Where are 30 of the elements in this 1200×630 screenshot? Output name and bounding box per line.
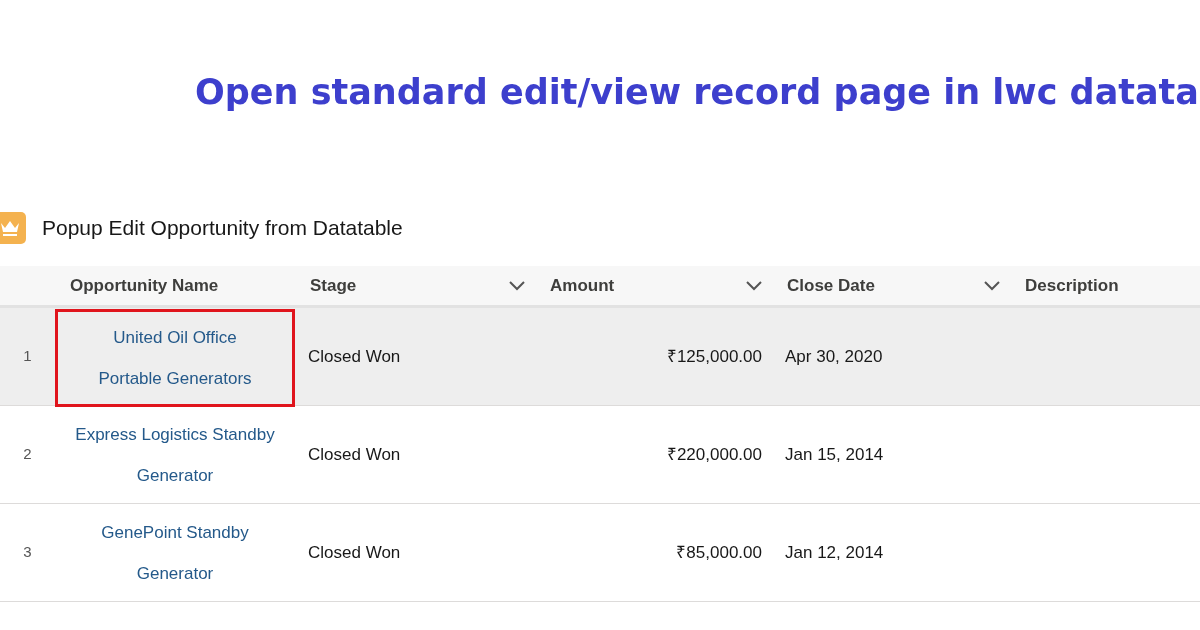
opportunity-link[interactable]: Generator	[136, 454, 214, 496]
amount-cell: ₹85,000.00	[676, 542, 762, 562]
row-number: 1	[22, 346, 33, 367]
column-header[interactable]: Description	[1025, 272, 1119, 299]
column-header[interactable]: Close Date	[787, 272, 875, 299]
stage-cell: Closed Won	[308, 542, 401, 562]
column-header[interactable]: Stage	[310, 272, 357, 299]
column-header[interactable]: Opportunity Name	[70, 272, 219, 299]
stage-cell: Closed Won	[308, 346, 401, 366]
table-row[interactable]: 1 United Oil Office Portable Generators Closed Won ₹125,000.00 Apr 30, 2020	[0, 308, 1200, 406]
chevron-down-icon[interactable]	[984, 280, 1000, 291]
opportunity-link[interactable]: Generator	[136, 552, 214, 594]
column-header[interactable]: Amount	[550, 272, 615, 299]
chevron-down-icon[interactable]	[509, 280, 525, 291]
chevron-down-icon[interactable]	[746, 280, 762, 291]
stage-cell: Closed Won	[308, 444, 401, 464]
row-number: 2	[22, 444, 33, 465]
opportunity-link[interactable]: Express Logistics Standby	[75, 413, 275, 455]
date-cell: Jan 15, 2014	[785, 444, 884, 464]
row-number: 3	[22, 542, 33, 563]
amount-cell: ₹125,000.00	[666, 346, 762, 366]
date-cell: Apr 30, 2020	[785, 346, 883, 366]
amount-cell: ₹220,000.00	[666, 444, 762, 464]
card-title: Popup Edit Opportunity from Datatable	[42, 215, 403, 242]
banner-title: Open standard edit/view record page in lwc datata	[195, 71, 1200, 114]
opportunity-link[interactable]: GenePoint Standby	[101, 511, 249, 553]
date-cell: Jan 12, 2014	[785, 542, 884, 562]
crown-icon	[0, 212, 26, 244]
opportunity-link[interactable]: Portable Generators	[98, 357, 252, 399]
opportunity-link[interactable]: United Oil Office	[113, 316, 237, 358]
